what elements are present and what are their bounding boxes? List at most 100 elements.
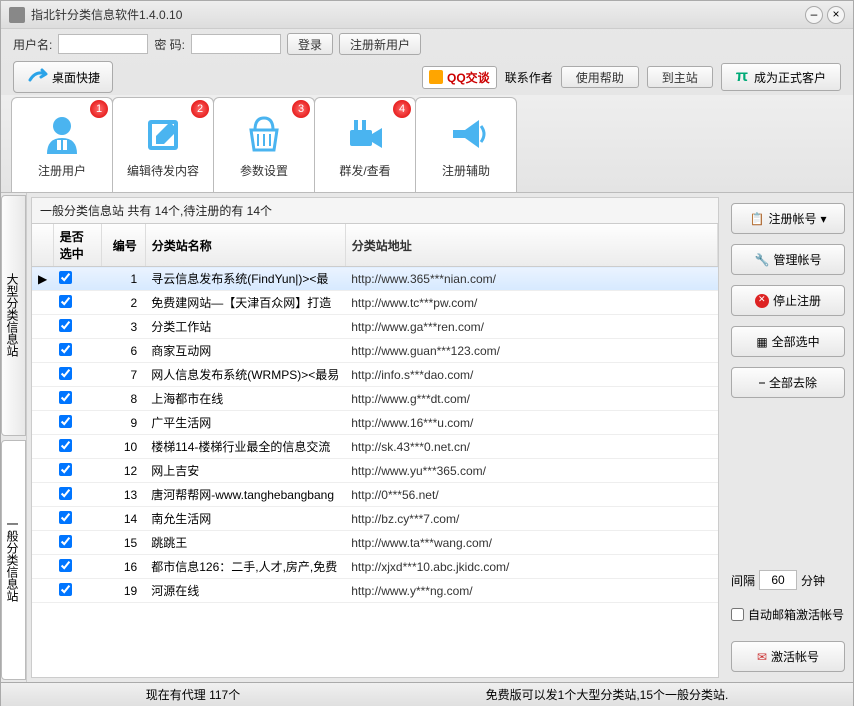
login-bar: 用户名: 密 码: 登录 注册新用户 (1, 29, 853, 59)
row-url: http://www.guan***123.com/ (345, 339, 717, 363)
password-input[interactable] (191, 34, 281, 54)
table-row[interactable]: 13唐河帮帮网-www.tanghebangbanghttp://0***56.… (32, 483, 718, 507)
row-checkbox[interactable] (59, 343, 72, 356)
site-table-wrap[interactable]: 是否选中 编号 分类站名称 分类站地址 ▶1寻云信息发布系统(FindYun|)… (31, 223, 719, 678)
row-checkbox[interactable] (59, 511, 72, 524)
row-checkbox[interactable] (59, 559, 72, 572)
tab-masssend[interactable]: 群发/查看 4 (314, 97, 416, 192)
close-button[interactable]: × (827, 6, 845, 24)
activate-account-button[interactable]: ✉激活帐号 (731, 641, 845, 672)
header-url[interactable]: 分类站地址 (345, 224, 717, 267)
row-num: 2 (101, 291, 145, 315)
table-row[interactable]: 7网人信息发布系统(WRMPS)><最易http://info.s***dao.… (32, 363, 718, 387)
tab-label: 注册用户 (38, 162, 86, 179)
badge: 4 (393, 100, 411, 118)
table-row[interactable]: 12网上吉安http://www.yu***365.com/ (32, 459, 718, 483)
table-row[interactable]: 15跳跳王http://www.ta***wang.com/ (32, 531, 718, 555)
stop-register-button[interactable]: 停止注册 (731, 285, 845, 316)
row-num: 8 (101, 387, 145, 411)
row-checkbox[interactable] (59, 391, 72, 404)
qq-chat-button[interactable]: QQ交谈 (422, 66, 497, 89)
row-checkbox[interactable] (59, 319, 72, 332)
vtab-general-sites[interactable]: 一般分类信息站 (1, 440, 26, 681)
tab-edit-content[interactable]: 编辑待发内容 2 (112, 97, 214, 192)
minimize-button[interactable]: – (805, 6, 823, 24)
password-label: 密 码: (154, 36, 185, 53)
row-checkbox[interactable] (59, 271, 72, 284)
row-num: 14 (101, 507, 145, 531)
register-user-button[interactable]: 注册新用户 (339, 33, 421, 55)
become-customer-button[interactable]: π 成为正式客户 (721, 63, 841, 91)
table-row[interactable]: ▶1寻云信息发布系统(FindYun|)><最http://www.365***… (32, 267, 718, 291)
username-input[interactable] (58, 34, 148, 54)
main-tabs: 注册用户 1 编辑待发内容 2 参数设置 3 群发/查看 4 注册辅助 (1, 95, 853, 192)
stop-icon (755, 294, 769, 308)
row-checkbox[interactable] (59, 295, 72, 308)
row-name: 跳跳王 (145, 531, 345, 555)
row-num: 9 (101, 411, 145, 435)
interval-label: 间隔 (731, 572, 755, 589)
megaphone-icon (441, 111, 491, 156)
camera-icon (340, 111, 390, 156)
user-icon (37, 111, 87, 156)
row-checkbox[interactable] (59, 367, 72, 380)
pi-icon: π (736, 68, 748, 86)
table-row[interactable]: 16都市信息126：二手,人才,房产,免费http://xjxd***10.ab… (32, 555, 718, 579)
table-row[interactable]: 14南允生活网http://bz.cy***7.com/ (32, 507, 718, 531)
header-check[interactable]: 是否选中 (53, 224, 101, 267)
interval-row: 间隔 分钟 (731, 570, 845, 590)
row-num: 10 (101, 435, 145, 459)
auto-activate-checkbox[interactable] (731, 608, 744, 621)
row-checkbox[interactable] (59, 583, 72, 596)
register-account-button[interactable]: 📋注册帐号▾ (731, 203, 845, 234)
help-button[interactable]: 使用帮助 (561, 66, 639, 88)
badge: 1 (90, 100, 108, 118)
badge: 2 (191, 100, 209, 118)
login-button[interactable]: 登录 (287, 33, 333, 55)
row-name: 南允生活网 (145, 507, 345, 531)
row-name: 上海都市在线 (145, 387, 345, 411)
manage-account-button[interactable]: 🔧管理帐号 (731, 244, 845, 275)
tab-label: 注册辅助 (442, 162, 490, 179)
row-url: http://www.tc***pw.com/ (345, 291, 717, 315)
row-url: http://www.ga***ren.com/ (345, 315, 717, 339)
row-checkbox[interactable] (59, 535, 72, 548)
table-row[interactable]: 10楼梯114-楼梯行业最全的信息交流http://sk.43***0.net.… (32, 435, 718, 459)
row-num: 19 (101, 579, 145, 603)
row-checkbox[interactable] (59, 415, 72, 428)
table-row[interactable]: 2免费建网站—【天津百众网】打造http://www.tc***pw.com/ (32, 291, 718, 315)
select-all-button[interactable]: ▦全部选中 (731, 326, 845, 357)
row-url: http://www.16***u.com/ (345, 411, 717, 435)
arrow-icon (26, 66, 48, 88)
row-num: 3 (101, 315, 145, 339)
desktop-shortcut-button[interactable]: 桌面快捷 (13, 61, 113, 93)
tab-register-assist[interactable]: 注册辅助 (415, 97, 517, 192)
remove-all-button[interactable]: ⎯全部去除 (731, 367, 845, 398)
table-row[interactable]: 6商家互动网http://www.guan***123.com/ (32, 339, 718, 363)
row-url: http://0***56.net/ (345, 483, 717, 507)
customer-label: 成为正式客户 (754, 69, 826, 86)
vtab-large-sites[interactable]: 大型分类信息站 (1, 195, 26, 436)
header-name[interactable]: 分类站名称 (145, 224, 345, 267)
row-checkbox[interactable] (59, 487, 72, 500)
row-checkbox[interactable] (59, 463, 72, 476)
row-num: 16 (101, 555, 145, 579)
interval-input[interactable] (759, 570, 797, 590)
table-row[interactable]: 8上海都市在线http://www.g***dt.com/ (32, 387, 718, 411)
qq-label: QQ交谈 (447, 69, 490, 86)
table-row[interactable]: 9广平生活网http://www.16***u.com/ (32, 411, 718, 435)
tab-register-user[interactable]: 注册用户 1 (11, 97, 113, 192)
window-title: 指北针分类信息软件1.4.0.10 (31, 6, 805, 23)
header-num[interactable]: 编号 (101, 224, 145, 267)
tab-settings[interactable]: 参数设置 3 (213, 97, 315, 192)
table-row[interactable]: 19河源在线http://www.y***ng.com/ (32, 579, 718, 603)
row-num: 15 (101, 531, 145, 555)
statusbar: 现在有代理 117个 免费版可以发1个大型分类站,15个一般分类站. (1, 682, 853, 706)
table-row[interactable]: 3分类工作站http://www.ga***ren.com/ (32, 315, 718, 339)
mainsite-button[interactable]: 到主站 (647, 66, 713, 88)
tab-label: 参数设置 (240, 162, 288, 179)
row-name: 商家互动网 (145, 339, 345, 363)
row-url: http://bz.cy***7.com/ (345, 507, 717, 531)
row-name: 都市信息126：二手,人才,房产,免费 (145, 555, 345, 579)
row-checkbox[interactable] (59, 439, 72, 452)
